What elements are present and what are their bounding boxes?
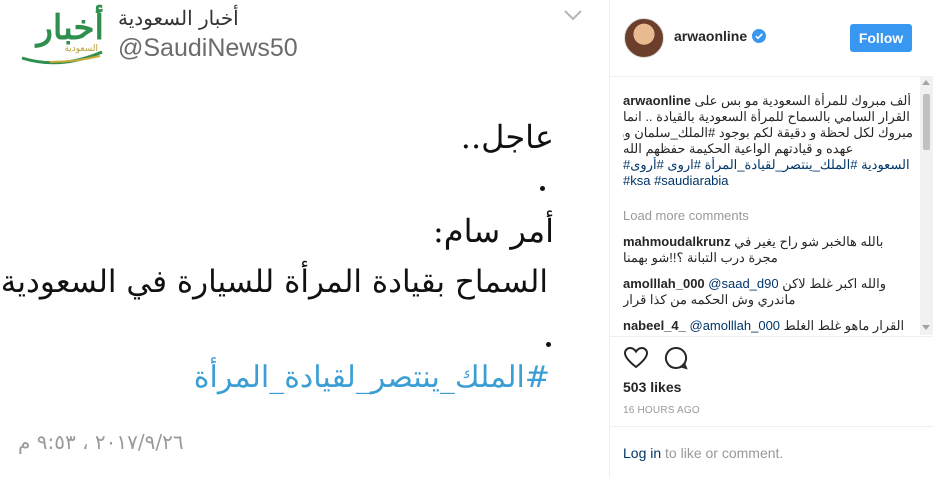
tweet-dot [540, 186, 545, 191]
caption-hashtags[interactable]: #ksa #saudiarabia [623, 173, 913, 189]
scrollbar-thumb[interactable] [923, 94, 930, 150]
comment-text: مجرة درب التبانة ؟!!شو بهمنا [623, 250, 778, 265]
caption-text: ألف مبروك للمرأة السعودية مو بس على [694, 93, 911, 108]
tweet-hashtag: #الملك_ينتصر_لقيادة_المرأة [193, 360, 550, 395]
verified-badge-icon [752, 29, 766, 43]
comment-username[interactable]: nabeel_4_ [623, 318, 686, 333]
caption-text: عهده و قيادتهم الواعية الحكيمة حفظهم الل… [623, 141, 854, 156]
tweet-line-urgent: عاجل.. [460, 118, 554, 156]
tweet-header: أخبار السعودية أخبار السعودية @SaudiNews… [0, 0, 610, 78]
tweet-handle: @SaudiNews50 [118, 34, 298, 62]
post-side-panel: arwaonline Follow arwaonline ألف مبروك ل… [610, 0, 933, 478]
comment-item: mahmoudalkrunz بالله هالخبر شو راح يغير … [623, 234, 915, 266]
comment-mention[interactable]: @amolllah_000 [690, 318, 781, 333]
comment-mention[interactable]: @saad_d90 [708, 276, 778, 291]
avatar[interactable] [624, 18, 664, 58]
comment-text: القرار ماهو غلط الغلط [783, 318, 905, 333]
tweet-date: ٢٠١٧/٩/٢٦ ، ٩:٥٣ م [18, 430, 184, 454]
saudinews-logo: أخبار السعودية [20, 8, 104, 66]
scroll-up-arrow-icon[interactable] [922, 80, 930, 85]
login-prompt-text: to like or comment. [661, 445, 784, 461]
logo-text: أخبار [36, 8, 104, 48]
login-bar: Log in to like or comment. [610, 426, 933, 479]
comment-text: ماندري وش الحكمه من كذا قرار [623, 292, 796, 307]
follow-button[interactable]: Follow [850, 24, 912, 52]
post-timestamp[interactable]: 16 HOURS AGO [623, 405, 700, 416]
post-actions: 503 likes 16 HOURS AGO [610, 336, 933, 416]
tweet-line-order: أمر سام: [432, 212, 554, 250]
comment-username[interactable]: mahmoudalkrunz [623, 234, 731, 249]
comment-item: nabeel_4_ @amolllah_000 القرار ماهو غلط … [623, 318, 915, 334]
post-image: أخبار السعودية أخبار السعودية @SaudiNews… [0, 0, 610, 478]
tweet-line-driving: السماح بقيادة المرأة للسيارة في السعودية… [0, 264, 548, 300]
caption-text: مبروك لكل لحظة و دقيقة لكم بوجود #الملك_… [623, 125, 913, 140]
heart-icon[interactable] [623, 346, 649, 370]
login-prompt: Log in to like or comment. [623, 445, 783, 461]
login-link[interactable]: Log in [623, 445, 661, 461]
comment-username[interactable]: amolllah_000 [623, 276, 705, 291]
comment-text: بالله هالخبر شو راح يغير في [734, 234, 884, 249]
caption-hashtags[interactable]: السعودية #الملك_ينتصر_لقيادة_المرأة #ارو… [623, 157, 913, 173]
like-count[interactable]: 503 likes [623, 379, 681, 395]
caption: arwaonline ألف مبروك للمرأة السعودية مو … [623, 93, 913, 189]
comment-text: والله اكبر غلط لاكن [782, 276, 887, 291]
logo-swoosh-icon [21, 50, 103, 65]
chevron-down-icon [564, 10, 582, 21]
comments-list[interactable]: arwaonline ألف مبروك للمرأة السعودية مو … [610, 77, 920, 335]
post-username[interactable]: arwaonline [674, 28, 747, 44]
load-more-comments[interactable]: Load more comments [623, 208, 749, 223]
tweet-account-name: أخبار السعودية [118, 6, 239, 30]
scroll-down-arrow-icon[interactable] [922, 325, 930, 330]
comment-item: amolllah_000 @saad_d90 والله اكبر غلط لا… [623, 276, 915, 308]
tweet-dot [546, 342, 551, 347]
comment-bubble-icon[interactable] [664, 346, 688, 370]
caption-text: القرار السامي بالسماح للمرأة السعودية با… [623, 109, 910, 124]
post-header: arwaonline Follow [610, 0, 933, 77]
caption-username[interactable]: arwaonline [623, 93, 691, 108]
